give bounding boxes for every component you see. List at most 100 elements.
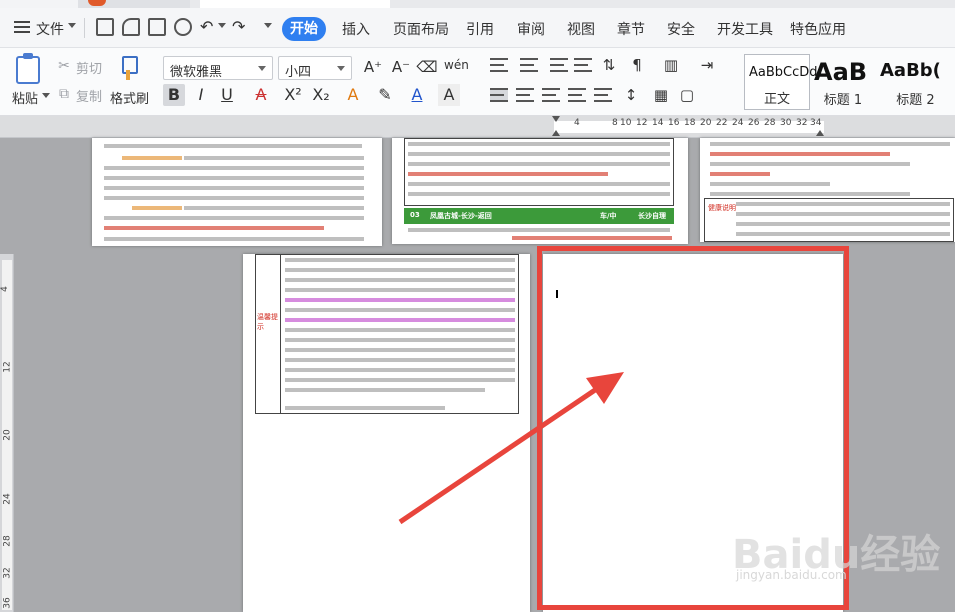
print-preview-icon[interactable] xyxy=(174,18,192,36)
font-size-select[interactable]: 小四 xyxy=(278,56,352,80)
document-page[interactable]: 温馨提示 xyxy=(243,254,530,612)
ruler-tick: 12 xyxy=(636,118,648,128)
style-heading-2[interactable]: AaBb( 标题 2 xyxy=(876,54,955,110)
ruler-tick: 20 xyxy=(2,429,13,441)
window-tab-active[interactable] xyxy=(200,0,390,8)
paste-button[interactable]: 粘贴 xyxy=(12,88,38,107)
text-line xyxy=(710,142,950,146)
text-line xyxy=(285,388,485,392)
vertical-ruler[interactable]: 4 12 20 24 28 32 36 xyxy=(0,254,14,612)
horizontal-ruler[interactable]: 4 8 10 12 14 16 18 20 22 24 26 28 30 32 … xyxy=(0,116,955,138)
warm-tips-label: 温馨提示 xyxy=(257,313,278,331)
file-menu-chevron-down-icon[interactable] xyxy=(68,23,76,28)
tab-security[interactable]: 安全 xyxy=(667,19,695,39)
text-line xyxy=(104,216,364,220)
bold-icon[interactable]: B xyxy=(163,84,185,106)
file-menu[interactable]: 文件 xyxy=(36,19,64,39)
tab-insert[interactable]: 插入 xyxy=(342,19,370,39)
text-line xyxy=(285,268,515,272)
phonetic-guide-icon[interactable]: wén xyxy=(444,54,469,76)
menu-bar: 文件 ↶ ↷ 开始 插入 页面布局 引用 审阅 视图 章节 安全 开发工具 特色… xyxy=(0,8,955,48)
text-line xyxy=(132,206,182,210)
shrink-font-icon[interactable]: A⁻ xyxy=(390,56,412,78)
hamburger-menu-icon[interactable] xyxy=(14,21,30,33)
text-line xyxy=(285,368,515,372)
window-tab[interactable] xyxy=(0,0,78,8)
text-line xyxy=(736,222,950,226)
column-layout-icon[interactable]: ▥ xyxy=(660,54,682,76)
show-marks-icon[interactable]: ¶ xyxy=(626,54,648,76)
redo-icon[interactable]: ↷ xyxy=(232,17,245,36)
increase-indent-icon[interactable] xyxy=(574,58,592,72)
font-color-icon[interactable]: A xyxy=(406,84,428,106)
hanging-indent-marker[interactable] xyxy=(552,130,560,136)
bullet-list-icon[interactable] xyxy=(490,58,508,72)
cut-icon[interactable]: ✂ xyxy=(56,58,72,74)
cut-button[interactable]: 剪切 xyxy=(76,58,102,77)
text-line xyxy=(408,152,670,156)
font-size-value: 小四 xyxy=(285,65,312,80)
print-icon[interactable] xyxy=(148,18,166,36)
subscript-icon[interactable]: X₂ xyxy=(310,84,332,106)
grow-font-icon[interactable]: A⁺ xyxy=(362,56,384,78)
italic-icon[interactable]: I xyxy=(190,84,212,106)
style-heading-1[interactable]: AaB 标题 1 xyxy=(810,54,876,110)
tab-page-layout[interactable]: 页面布局 xyxy=(393,19,449,39)
quick-access-chevron-down-icon[interactable] xyxy=(264,23,272,28)
copy-button[interactable]: 复制 xyxy=(76,86,102,105)
clear-format-icon[interactable]: ⌫ xyxy=(416,56,438,78)
style-name: 正文 xyxy=(763,92,790,107)
style-normal[interactable]: AaBbCcDd 正文 xyxy=(744,54,818,110)
highlight-icon[interactable]: ✎ xyxy=(374,84,396,106)
font-name-select[interactable]: 微软雅黑 xyxy=(163,56,273,80)
align-right-icon[interactable] xyxy=(542,88,560,102)
tab-special-features[interactable]: 特色应用 xyxy=(790,19,846,39)
text-line xyxy=(710,162,910,166)
text-line xyxy=(710,182,830,186)
export-pdf-icon[interactable] xyxy=(122,18,140,36)
text-line xyxy=(285,348,515,352)
text-line xyxy=(104,186,364,190)
undo-icon[interactable]: ↶ xyxy=(200,17,213,36)
paste-chevron-down-icon[interactable] xyxy=(42,93,50,98)
paste-icon[interactable] xyxy=(16,53,40,84)
align-left-icon[interactable] xyxy=(490,88,508,102)
format-painter-button[interactable]: 格式刷 xyxy=(110,88,149,107)
shading-icon[interactable]: ▦ xyxy=(650,84,672,106)
distributed-align-icon[interactable] xyxy=(594,88,612,102)
save-icon[interactable] xyxy=(96,18,114,36)
tab-references[interactable]: 引用 xyxy=(466,19,494,39)
copy-icon[interactable]: ⧉ xyxy=(56,86,72,102)
line-spacing-icon[interactable]: ↕ xyxy=(620,84,642,106)
justify-icon[interactable] xyxy=(568,88,586,102)
char-shading-icon[interactable]: A xyxy=(438,84,460,106)
numbered-list-icon[interactable] xyxy=(520,58,538,72)
health-note-label: 健康说明 xyxy=(708,204,736,212)
right-indent-marker[interactable] xyxy=(816,130,824,136)
document-page[interactable]: 健康说明 xyxy=(700,138,955,242)
document-page[interactable] xyxy=(92,138,382,246)
text-effect-icon[interactable]: A xyxy=(342,84,364,106)
strikethrough-icon[interactable]: A xyxy=(250,84,272,106)
tab-section[interactable]: 章节 xyxy=(617,19,645,39)
superscript-icon[interactable]: X² xyxy=(282,84,304,106)
text-line xyxy=(285,288,515,292)
tab-view[interactable]: 视图 xyxy=(567,19,595,39)
undo-dropdown-icon[interactable] xyxy=(218,23,226,28)
text-line xyxy=(285,338,515,342)
tab-developer[interactable]: 开发工具 xyxy=(717,19,773,39)
text-line xyxy=(104,196,364,200)
document-page[interactable]: 03 凤凰古城-长沙-返回 车/中 长沙自理 xyxy=(392,138,688,244)
sort-icon[interactable]: ⇅ xyxy=(598,54,620,76)
format-painter-icon[interactable] xyxy=(118,56,138,82)
underline-icon[interactable]: U xyxy=(216,84,238,106)
borders-icon[interactable]: ▢ xyxy=(676,84,698,106)
tab-start[interactable]: 开始 xyxy=(282,17,326,41)
tab-review[interactable]: 审阅 xyxy=(517,19,545,39)
decrease-indent-icon[interactable] xyxy=(550,58,568,72)
text-line xyxy=(408,172,608,176)
align-center-icon[interactable] xyxy=(516,88,534,102)
first-line-indent-marker[interactable] xyxy=(552,116,560,122)
ruler-tick: 24 xyxy=(732,118,744,128)
tab-stops-icon[interactable]: ⇥ xyxy=(696,54,718,76)
